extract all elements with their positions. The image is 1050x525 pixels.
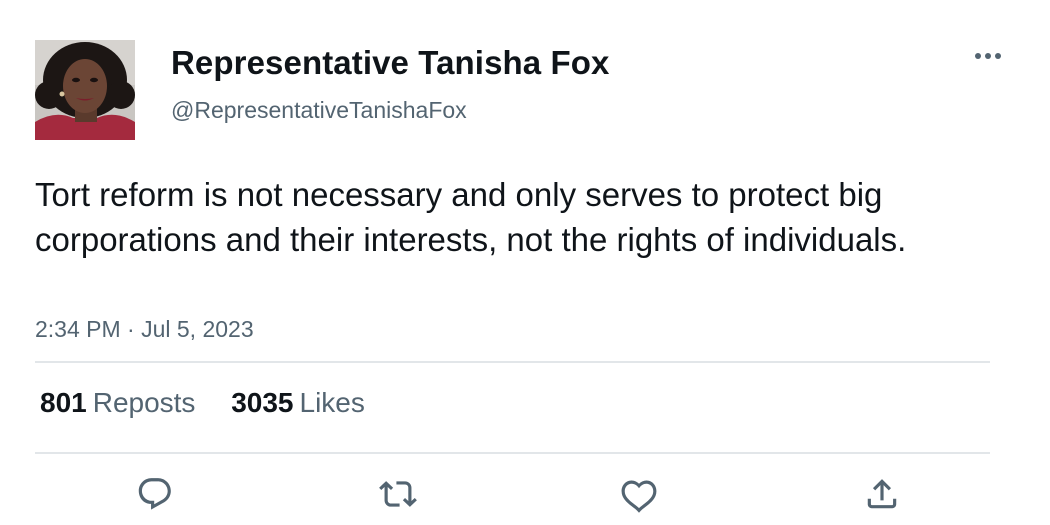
- avatar-image: [35, 40, 135, 140]
- reposts-stat[interactable]: 801 Reposts: [40, 387, 195, 419]
- heart-icon: [621, 480, 657, 513]
- like-button[interactable]: [617, 474, 661, 514]
- likes-label: Likes: [299, 387, 365, 418]
- likes-stat[interactable]: 3035 Likes: [231, 387, 365, 419]
- reply-icon: [138, 478, 171, 510]
- avatar[interactable]: [35, 40, 135, 140]
- repost-button[interactable]: [376, 474, 420, 514]
- repost-icon: [379, 481, 417, 507]
- tweet-stats: 801 Reposts 3035 Likes: [40, 387, 393, 419]
- author-handle[interactable]: @RepresentativeTanishaFox: [171, 97, 467, 124]
- likes-count: 3035: [231, 387, 294, 418]
- tweet-card: Representative Tanisha Fox @Representati…: [0, 0, 1050, 525]
- share-icon: [867, 479, 897, 509]
- tweet-timestamp[interactable]: 2:34 PM · Jul 5, 2023: [35, 316, 254, 343]
- author-display-name[interactable]: Representative Tanisha Fox: [171, 44, 609, 82]
- tweet-text: Tort reform is not necessary and only se…: [35, 176, 907, 258]
- more-icon: [975, 53, 1001, 59]
- divider: [35, 452, 990, 454]
- reply-button[interactable]: [133, 474, 177, 514]
- more-options-button[interactable]: [968, 42, 1008, 70]
- reposts-count: 801: [40, 387, 87, 418]
- share-button[interactable]: [860, 474, 904, 514]
- reposts-label: Reposts: [92, 387, 196, 418]
- divider: [35, 361, 990, 363]
